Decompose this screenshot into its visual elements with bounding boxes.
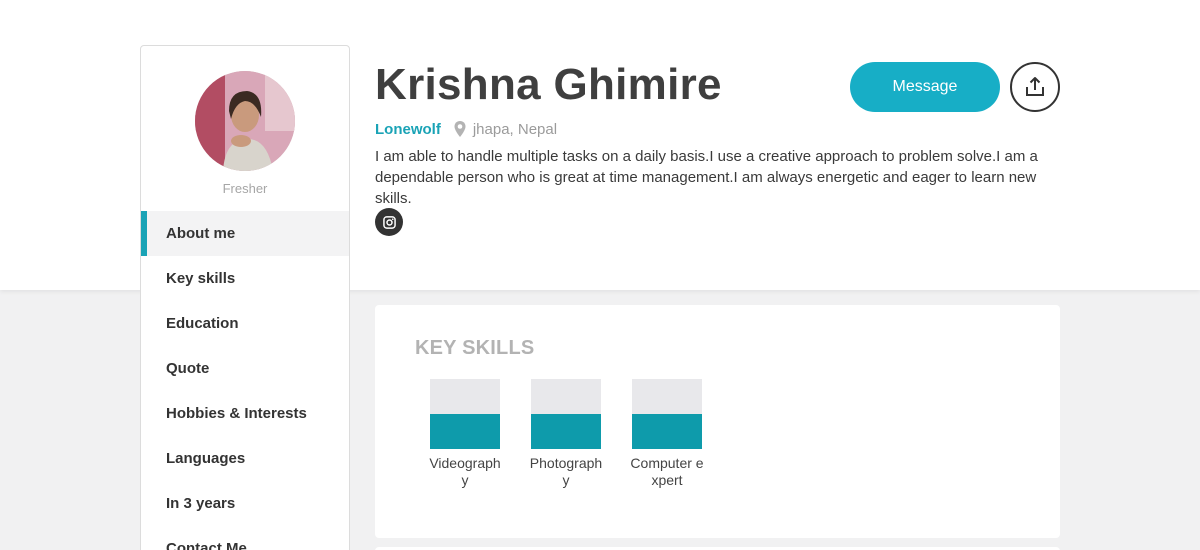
profile-status: Fresher bbox=[222, 181, 268, 196]
sidebar: Fresher About me Key skills Education Qu… bbox=[140, 45, 350, 550]
skill-label: Computer expert bbox=[630, 455, 704, 488]
skill-bar-fill bbox=[632, 414, 702, 449]
profile-location: jhapa, Nepal bbox=[472, 120, 558, 138]
message-button[interactable]: Message bbox=[850, 62, 1000, 112]
skill-item: Videography bbox=[423, 379, 507, 489]
instagram-icon[interactable] bbox=[375, 208, 403, 236]
skill-item: Computer expert bbox=[625, 379, 709, 489]
skill-bar bbox=[430, 379, 500, 449]
skill-bar-fill bbox=[531, 414, 601, 449]
share-icon bbox=[1026, 77, 1044, 96]
share-button[interactable] bbox=[1010, 62, 1060, 112]
profile-bio: I am able to handle multiple tasks on a … bbox=[375, 148, 1038, 207]
skill-bar bbox=[531, 379, 601, 449]
skill-label: Videography bbox=[429, 455, 501, 488]
sidebar-item-education[interactable]: Education bbox=[141, 301, 349, 346]
skill-bar-fill bbox=[430, 414, 500, 449]
profile-name: Krishna Ghimire bbox=[375, 60, 722, 109]
profile-meta: Lonewolf jhapa, Nepal bbox=[375, 120, 557, 138]
sidebar-item-languages[interactable]: Languages bbox=[141, 436, 349, 481]
skill-bar bbox=[632, 379, 702, 449]
skill-item: Photography bbox=[524, 379, 608, 489]
sidebar-menu: About me Key skills Education Quote Hobb… bbox=[141, 211, 349, 550]
sidebar-item-quote[interactable]: Quote bbox=[141, 346, 349, 391]
sidebar-item-hobbies[interactable]: Hobbies & Interests bbox=[141, 391, 349, 436]
skill-label: Photography bbox=[529, 455, 603, 488]
location-pin-icon bbox=[453, 120, 467, 138]
sidebar-item-in-3-years[interactable]: In 3 years bbox=[141, 481, 349, 526]
sidebar-item-contact-me[interactable]: Contact Me bbox=[141, 526, 349, 550]
avatar bbox=[195, 71, 295, 171]
key-skills-card: KEY SKILLS Videography Photography Compu… bbox=[375, 305, 1060, 538]
sidebar-item-about-me[interactable]: About me bbox=[141, 211, 349, 256]
key-skills-title: KEY SKILLS bbox=[415, 337, 535, 359]
avatar-photo bbox=[195, 71, 295, 171]
sidebar-item-key-skills[interactable]: Key skills bbox=[141, 256, 349, 301]
profile-nickname: Lonewolf bbox=[375, 120, 441, 138]
